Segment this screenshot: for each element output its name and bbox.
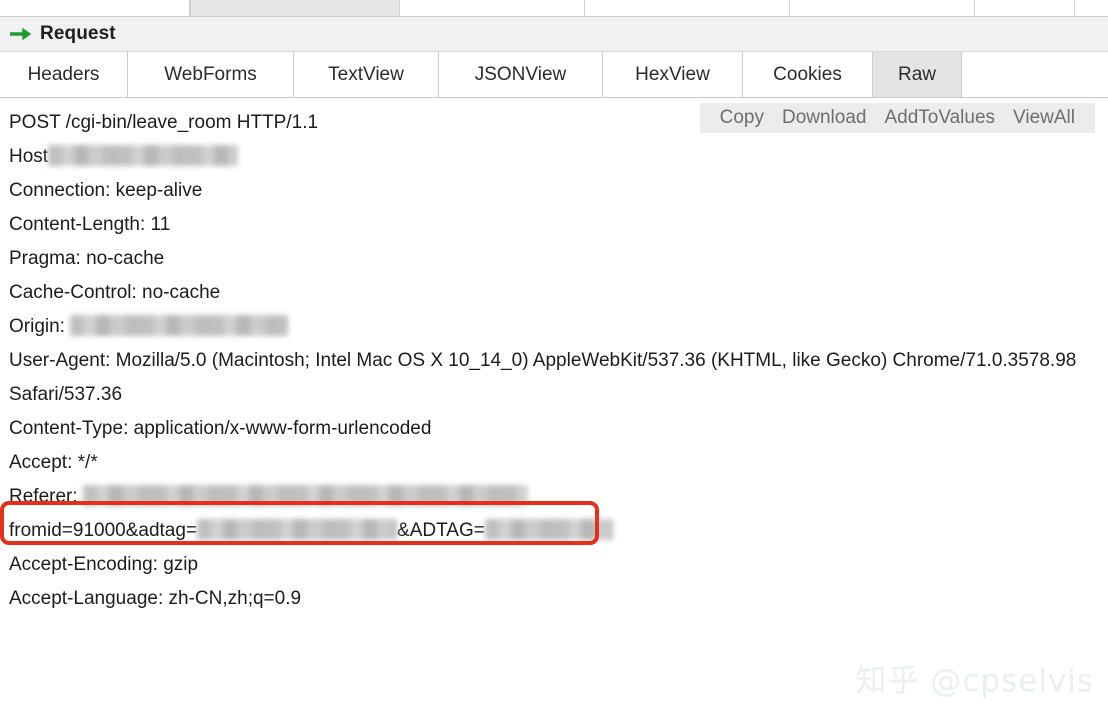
raw-line-text: POST /cgi-bin/leave_room HTTP/1.1 (9, 112, 319, 133)
raw-line-text: Host (9, 146, 49, 167)
raw-request-pane[interactable]: Copy Download AddToValues ViewAll POST /cgi… (0, 98, 1108, 724)
raw-header-line: fromid=91000&adtag= &ADTAG= (9, 514, 1099, 548)
tab-headers[interactable]: Headers (0, 52, 128, 97)
raw-header-line: Connection: keep-alive (9, 174, 1099, 208)
raw-line-text: Content-Length: 11 (9, 214, 171, 235)
raw-header-line: Host (9, 140, 1099, 174)
session-tab-2[interactable] (400, 0, 585, 16)
watermark: 知乎 @cpselvis (855, 663, 1094, 699)
raw-line-text: User-Agent: Mozilla/5.0 (Macintosh; Inte… (9, 350, 1077, 405)
tab-hexview[interactable]: HexView (603, 52, 743, 97)
raw-header-line: Accept: */* (9, 446, 1099, 480)
redacted-value (484, 519, 613, 540)
raw-header-line: Accept-Language: zh-CN,zh;q=0.9 (9, 582, 1099, 616)
session-tab-3[interactable] (585, 0, 790, 16)
raw-header-line: Referer: (9, 480, 1099, 514)
tab-textview[interactable]: TextView (294, 52, 439, 97)
tab-label: TextView (328, 63, 404, 85)
raw-line-text: Referer: (9, 486, 83, 507)
raw-header-line: Content-Length: 11 (9, 208, 1099, 242)
page-title: Request (40, 23, 116, 44)
redacted-value (48, 145, 239, 166)
redacted-value (82, 485, 528, 506)
session-tab-4[interactable] (790, 0, 975, 16)
raw-header-line: Content-Type: application/x-www-form-url… (9, 412, 1099, 446)
fiddler-request-inspector: Request Headers WebForms TextView JSONView H… (0, 0, 1108, 724)
session-tab-strip (0, 0, 1108, 17)
session-tab-1[interactable] (190, 0, 400, 16)
redacted-value (197, 519, 398, 540)
tab-label: HexView (635, 63, 710, 85)
raw-header-line: Cache-Control: no-cache (9, 276, 1099, 310)
raw-line-text: &ADTAG= (397, 520, 485, 541)
raw-line-text: Cache-Control: no-cache (9, 282, 221, 303)
tab-strip-filler (962, 52, 1108, 97)
raw-line-text: Connection: keep-alive (9, 180, 203, 201)
raw-line-text: Accept-Encoding: gzip (9, 554, 199, 575)
request-section-header: Request (0, 17, 1108, 52)
raw-header-line: Origin: (9, 310, 1099, 344)
tab-label: Raw (897, 63, 936, 85)
raw-header-line: User-Agent: Mozilla/5.0 (Macintosh; Inte… (9, 344, 1099, 412)
redacted-value (70, 315, 289, 336)
inspector-view-tabs: Headers WebForms TextView JSONView HexView Co… (0, 52, 1108, 98)
session-tab-5[interactable] (975, 0, 1075, 16)
session-tab-0[interactable] (0, 0, 190, 16)
raw-header-line: Accept-Encoding: gzip (9, 548, 1099, 582)
tab-label: WebForms (164, 63, 257, 85)
green-right-arrow-icon (10, 27, 32, 41)
tab-webforms[interactable]: WebForms (128, 52, 294, 97)
tab-label: JSONView (474, 63, 567, 85)
raw-header-line: POST /cgi-bin/leave_room HTTP/1.1 (9, 106, 1099, 140)
raw-line-text: Content-Type: application/x-www-form-url… (9, 418, 432, 439)
tab-cookies[interactable]: Cookies (743, 52, 873, 97)
raw-line-text: fromid=91000&adtag= (9, 520, 198, 541)
raw-request-text[interactable]: POST /cgi-bin/leave_room HTTP/1.1 Host Con… (9, 106, 1099, 616)
raw-line-text: Origin: (9, 316, 71, 337)
tab-raw[interactable]: Raw (873, 52, 962, 97)
raw-line-text: Pragma: no-cache (9, 248, 165, 269)
raw-line-text: Accept-Language: zh-CN,zh;q=0.9 (9, 588, 302, 609)
raw-header-line: Pragma: no-cache (9, 242, 1099, 276)
tab-label: Cookies (773, 63, 842, 85)
raw-line-text: Accept: */* (9, 452, 98, 473)
tab-label: Headers (27, 63, 100, 85)
tab-jsonview[interactable]: JSONView (439, 52, 603, 97)
